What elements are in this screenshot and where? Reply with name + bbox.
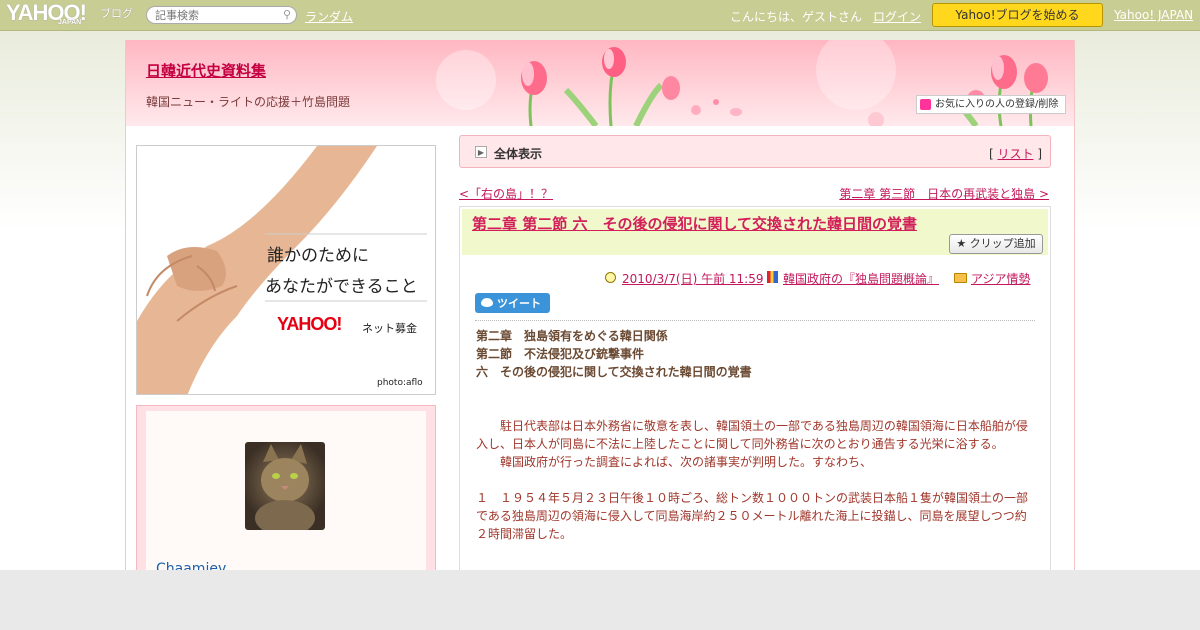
body-paragraph-1: 駐日代表部は日本外務省に敬意を表し、韓国領土の一部である独島周辺の韓国領海に日本… — [476, 419, 1028, 451]
list-bracket-left: [ — [988, 147, 994, 161]
profile-inner: Chaamiev — [146, 411, 426, 577]
list-toggle: [ リスト ] — [989, 145, 1042, 162]
clip-add-button[interactable]: ★ クリップ追加 — [949, 234, 1043, 254]
article-date-link[interactable]: 2010/3/7(日) 午前 11:59 — [605, 270, 763, 287]
prev-article-link[interactable]: <「右の島」！？ — [459, 185, 553, 202]
favorite-register-button[interactable]: お気に入りの人の登録/削除 — [916, 95, 1066, 114]
charity-banner[interactable]: 誰かのために あなたができること YAHOO! ネット募金 photo:aflo — [136, 145, 436, 395]
tweet-button[interactable]: ツイート — [475, 293, 550, 313]
article-meta: 2010/3/7(日) 午前 11:59 韓国政府の『独島問題概論』 アジア情勢 — [460, 270, 1050, 286]
bottom-area — [0, 570, 1200, 630]
body-paragraph-3: １ １９５４年５月２３日午後１０時ごろ、総トン数１０００トンの武装日本船１隻が韓… — [476, 491, 1029, 541]
banner-line1: 誰かのために — [267, 246, 369, 266]
body-heading-2: 第二節 不法侵犯及び銃撃事件 — [476, 347, 645, 361]
logo-japan-text: JAPAN — [58, 19, 82, 26]
article: 第二章 第二節 六 その後の侵犯に関して交換された韓日間の覚書 ★ クリップ追加… — [459, 206, 1051, 570]
banner-line2: あなたができること — [265, 277, 418, 297]
list-link[interactable]: リスト — [997, 147, 1033, 161]
blog-header: 日韓近代史資料集 韓国ニュー・ライトの応援＋竹島問題 お気に入りの人の登録/削除 — [126, 40, 1074, 126]
heart-icon — [920, 99, 931, 110]
search-icon[interactable]: ⚲ — [283, 8, 291, 21]
start-blog-button[interactable]: Yahoo!ブログを始める — [932, 3, 1103, 27]
greeting-text: こんにちは、ゲストさん — [730, 10, 863, 24]
clip-add-label: クリップ追加 — [969, 237, 1036, 250]
global-header: YAHOO! JAPAN ブログ ⚲ ランダム こんにちは、ゲストさん ログイン… — [0, 0, 1200, 31]
handshake-image — [137, 146, 427, 394]
body-paragraph-2: 韓国政府が行った調査によれば、次の諸事実が判明した。すなわち、 — [500, 455, 873, 469]
arrow-right-icon: ▶ — [475, 146, 487, 158]
favorite-register-label: お気に入りの人の登録/削除 — [935, 99, 1059, 110]
logo-blog-text: ブログ — [100, 7, 133, 20]
search-box: ⚲ — [146, 6, 297, 24]
banner-netbokin-text: ネット募金 — [362, 322, 417, 335]
page-background: 日韓近代史資料集 韓国ニュー・ライトの応援＋竹島問題 お気に入りの人の登録/削除… — [0, 31, 1200, 577]
article-header: 第二章 第二節 六 その後の侵犯に関して交換された韓日間の覚書 ★ クリップ追加 — [462, 209, 1048, 255]
article-title[interactable]: 第二章 第二節 六 その後の侵犯に関して交換された韓日間の覚書 — [472, 213, 917, 234]
search-input[interactable] — [155, 8, 275, 23]
next-article-link[interactable]: 第二章 第三節 日本の再武装と独島 > — [839, 185, 1049, 202]
meta-divider — [475, 320, 1035, 321]
yahoo-japan-link[interactable]: Yahoo! JAPAN — [1114, 8, 1193, 22]
star-icon: ★ — [956, 237, 967, 250]
avatar[interactable] — [245, 442, 325, 530]
banner-yahoo-logo: YAHOO! — [277, 314, 342, 334]
banner-photo-credit: photo:aflo — [377, 378, 423, 388]
category-link-folder[interactable]: アジア情勢 — [954, 270, 1031, 287]
profile-box: Chaamiev — [136, 405, 436, 577]
yahoo-blog-logo[interactable]: YAHOO! JAPAN — [6, 2, 87, 27]
cat-avatar-image — [255, 444, 315, 530]
random-link[interactable]: ランダム — [305, 8, 353, 25]
blog-title-link[interactable]: 日韓近代史資料集 — [146, 60, 266, 81]
breadcrumb: ▶ 全体表示 [ リスト ] — [459, 135, 1051, 168]
tweet-label: ツイート — [497, 297, 541, 310]
article-body: 第二章 独島領有をめぐる韓日関係 第二節 不法侵犯及び銃撃事件 六 その後の侵犯… — [476, 327, 1038, 543]
body-heading-3: 六 その後の侵犯に関して交換された韓日間の覚書 — [476, 365, 752, 379]
breadcrumb-label: 全体表示 — [494, 147, 543, 161]
blog-subtitle: 韓国ニュー・ライトの応援＋竹島問題 — [146, 95, 351, 109]
category-link-book[interactable]: 韓国政府の『独島問題概論』 — [767, 270, 939, 287]
twitter-bird-icon — [481, 298, 493, 307]
login-link[interactable]: ログイン — [873, 8, 921, 25]
blog-container: 日韓近代史資料集 韓国ニュー・ライトの応援＋竹島問題 お気に入りの人の登録/削除… — [125, 40, 1075, 577]
body-heading-1: 第二章 独島領有をめぐる韓日関係 — [476, 329, 668, 343]
list-bracket-right: ] — [1037, 147, 1042, 161]
